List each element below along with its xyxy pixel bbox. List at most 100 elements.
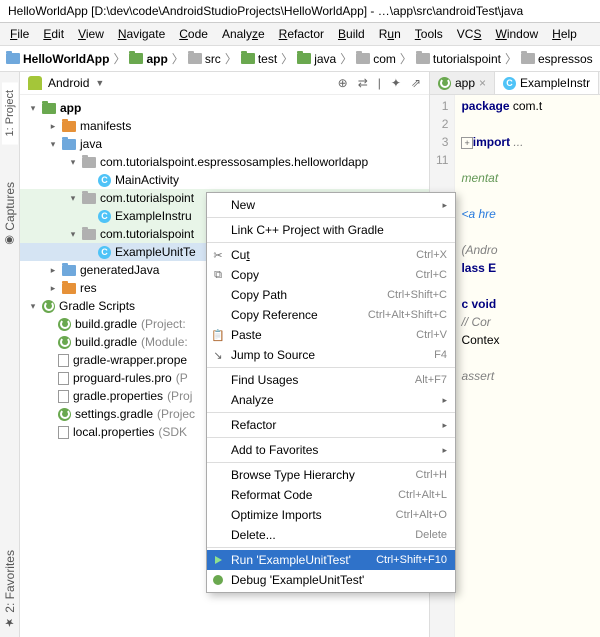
tab-captures[interactable]: ◉ Captures	[1, 174, 19, 255]
class-icon: C	[98, 210, 111, 223]
tab-label: ExampleInstr	[520, 76, 590, 90]
menu-refactor[interactable]: Refactor▸	[207, 415, 455, 435]
menu-run[interactable]: Run	[373, 25, 407, 43]
tree-mode-label[interactable]: Android	[48, 76, 89, 90]
gradle-icon	[42, 300, 55, 313]
chevron-down-icon: ▾	[68, 193, 78, 204]
tree-header: Android ▼ ⊕ ⇄ | ✦ ⇗	[20, 72, 429, 95]
tree-node-app[interactable]: ▾app	[20, 99, 429, 117]
line-number: 2	[436, 117, 448, 135]
menu-window[interactable]: Window	[489, 25, 544, 43]
submenu-arrow-icon: ▸	[442, 445, 447, 456]
menu-analyze[interactable]: Analyze▸	[207, 390, 455, 410]
menu-code[interactable]: Code	[173, 25, 214, 43]
breadcrumb-item[interactable]: test	[241, 52, 277, 66]
folder-icon	[62, 121, 76, 132]
tree-label-dim: (P	[176, 371, 188, 385]
folder-icon	[6, 53, 20, 64]
breadcrumb-item[interactable]: app	[129, 52, 167, 66]
breadcrumb-item[interactable]: java	[297, 52, 336, 66]
android-icon	[28, 76, 42, 90]
breadcrumb-label: app	[146, 52, 167, 66]
tree-label: ExampleUnitTe	[115, 245, 196, 259]
breadcrumb-item[interactable]: src	[188, 52, 221, 66]
submenu-arrow-icon: ▸	[442, 200, 447, 211]
menu-find-usages[interactable]: Find UsagesAlt+F7	[207, 370, 455, 390]
close-icon[interactable]: ×	[479, 76, 486, 90]
class-icon: C	[98, 246, 111, 259]
menu-paste[interactable]: 📋PasteCtrl+V	[207, 325, 455, 345]
chevron-down-icon: ▾	[28, 103, 38, 114]
shortcut: Ctrl+Shift+F10	[376, 554, 447, 566]
menu-optimize-imports[interactable]: Optimize ImportsCtrl+Alt+O	[207, 505, 455, 525]
target-icon[interactable]: ⊕	[338, 76, 348, 90]
chevron-right-icon: 〉	[400, 50, 412, 67]
shortcut: Alt+F7	[415, 374, 447, 386]
menu-file[interactable]: File	[4, 25, 35, 43]
tree-node-java[interactable]: ▾java	[20, 135, 429, 153]
menu-link-cpp[interactable]: Link C++ Project with Gradle	[207, 220, 455, 240]
breadcrumb-root[interactable]: HelloWorldApp	[6, 52, 109, 66]
editor-tab-app[interactable]: app×	[430, 72, 495, 94]
breadcrumb-label: tutorialspoint	[433, 52, 501, 66]
chevron-down-icon: ▾	[68, 157, 78, 168]
menu-copy-reference[interactable]: Copy ReferenceCtrl+Alt+Shift+C	[207, 305, 455, 325]
menu-add-to-favorites[interactable]: Add to Favorites▸	[207, 440, 455, 460]
menu-refactor[interactable]: Refactor	[273, 25, 330, 43]
menu-help[interactable]: Help	[546, 25, 583, 43]
run-icon	[211, 553, 225, 567]
chevron-right-icon: 〉	[281, 50, 293, 67]
tab-project[interactable]: 1: Project	[2, 82, 18, 144]
menu-build[interactable]: Build	[332, 25, 371, 43]
tree-node-manifests[interactable]: ▸manifests	[20, 117, 429, 135]
menu-edit[interactable]: Edit	[37, 25, 70, 43]
chevron-right-icon: 〉	[225, 50, 237, 67]
tab-favorites[interactable]: ★ 2: Favorites	[1, 542, 19, 637]
shortcut: Ctrl+Alt+Shift+C	[368, 309, 447, 321]
menu-reformat-code[interactable]: Reformat CodeCtrl+Alt+L	[207, 485, 455, 505]
shortcut: Ctrl+H	[416, 469, 447, 481]
fold-icon[interactable]: +	[461, 137, 472, 149]
menu-copy[interactable]: ⧉CopyCtrl+C	[207, 265, 455, 285]
menu-run[interactable]: Run 'ExampleUnitTest'Ctrl+Shift+F10	[207, 550, 455, 570]
tree-node-class[interactable]: CMainActivity	[20, 171, 429, 189]
submenu-arrow-icon: ▸	[442, 420, 447, 431]
editor-tab-instr[interactable]: CExampleInstr	[495, 72, 599, 94]
tree-label-dim: (Proj	[167, 389, 192, 403]
folder-icon	[62, 139, 76, 150]
dropdown-icon[interactable]: ▼	[95, 78, 104, 88]
menu-separator	[207, 437, 455, 438]
chevron-down-icon: ▾	[68, 229, 78, 240]
line-number: 3	[436, 135, 448, 153]
tree-label: gradle-wrapper.prope	[73, 353, 187, 367]
folder-icon	[416, 53, 430, 64]
divider: |	[378, 76, 381, 90]
menu-copy-path[interactable]: Copy PathCtrl+Shift+C	[207, 285, 455, 305]
menu-separator	[207, 367, 455, 368]
menu-jump-to-source[interactable]: ↘Jump to SourceF4	[207, 345, 455, 365]
collapse-icon[interactable]: ⇄	[358, 76, 368, 90]
menu-vcs[interactable]: VCS	[451, 25, 488, 43]
gear-icon[interactable]: ✦	[391, 76, 401, 90]
tree-node-package[interactable]: ▾com.tutorialspoint.espressosamples.hell…	[20, 153, 429, 171]
tree-label: java	[80, 137, 102, 151]
menu-browse-type-hierarchy[interactable]: Browse Type HierarchyCtrl+H	[207, 465, 455, 485]
breadcrumb-label: src	[205, 52, 221, 66]
menu-tools[interactable]: Tools	[409, 25, 449, 43]
folder-icon	[62, 265, 76, 276]
breadcrumb-item[interactable]: tutorialspoint	[416, 52, 501, 66]
menu-analyze[interactable]: Analyze	[216, 25, 271, 43]
hide-icon[interactable]: ⇗	[411, 76, 421, 90]
module-icon	[42, 103, 56, 114]
editor-tabs: app× CExampleInstr	[430, 72, 600, 95]
menu-navigate[interactable]: Navigate	[112, 25, 171, 43]
menu-cut[interactable]: ✂CutCtrl+X	[207, 245, 455, 265]
tree-label: manifests	[80, 119, 131, 133]
menu-view[interactable]: View	[72, 25, 110, 43]
menu-delete[interactable]: Delete...Delete	[207, 525, 455, 545]
breadcrumb-item[interactable]: espressos	[521, 52, 593, 66]
menu-new[interactable]: New▸	[207, 195, 455, 215]
breadcrumb-item[interactable]: com	[356, 52, 396, 66]
code-area[interactable]: package com.t +import ... mentat <a hre …	[455, 95, 600, 637]
menu-debug[interactable]: Debug 'ExampleUnitTest'	[207, 570, 455, 590]
